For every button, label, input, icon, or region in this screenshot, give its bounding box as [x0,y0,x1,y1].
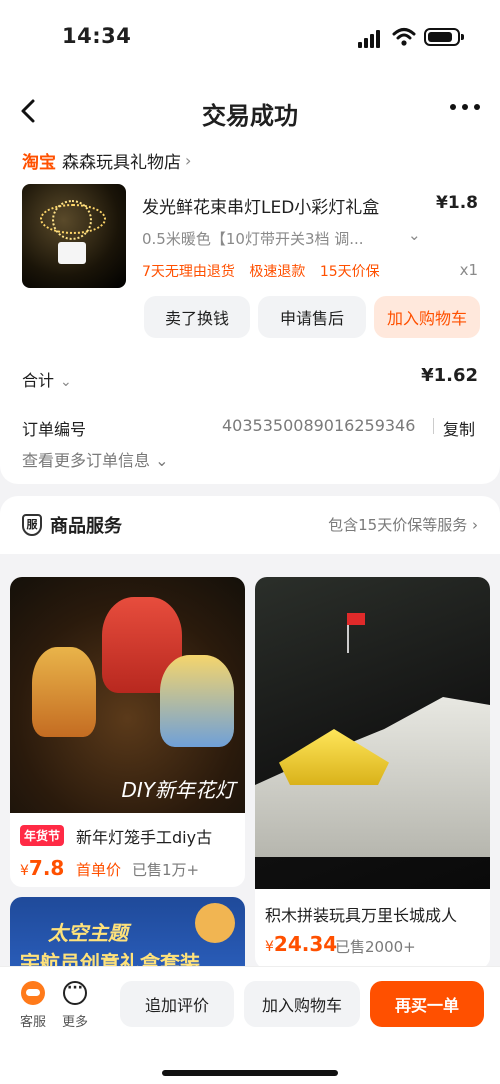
bottom-action-bar: 客服 更多 追加评价 加入购物车 再买一单 [0,966,500,1084]
order-card: 交易成功 淘宝 森森玩具礼物店 › 发光鲜花束串灯LED小彩灯礼盒 ¥1.8 0… [0,76,500,484]
battery-icon [424,28,464,46]
card-title: 新年灯笼手工diy古 [76,828,213,847]
more-options-icon[interactable] [450,104,482,114]
signal-icon [358,30,384,48]
great-wall-image [255,577,490,889]
customer-service-button[interactable]: 客服 [13,981,53,1030]
card-title: 积木拼装玩具万里长城成人 [265,906,458,925]
lantern-image: DIY新年花灯 [10,577,245,813]
shield-icon: 服 [22,514,42,536]
product-price: ¥1.8 [436,193,478,213]
add-review-button[interactable]: 追加评价 [120,981,234,1027]
taobao-logo: 淘宝 [22,152,56,173]
shop-link[interactable]: 淘宝 森森玩具礼物店 › [22,148,192,173]
product-quantity: x1 [459,261,478,279]
more-order-info-link[interactable]: 查看更多订单信息 ⌄ [22,447,169,471]
total-label[interactable]: 合计 ⌄ [22,367,72,391]
status-time: 14:34 [62,24,132,48]
tag-price-protect: 15天价保 [319,264,380,280]
card-price: ¥7.8 [20,856,65,880]
product-spec[interactable]: 0.5米暖色【10灯带开关3档 调... [142,228,364,249]
sold-count: 已售2000+ [335,938,416,956]
add-to-cart-button[interactable]: 加入购物车 [374,296,480,338]
add-to-cart-bottom-button[interactable]: 加入购物车 [244,981,360,1027]
sold-count: 已售1万+ [132,861,200,879]
chevron-down-icon[interactable]: ⌄ [408,226,421,244]
wifi-icon [392,28,416,46]
copy-button[interactable]: 复制 [443,416,475,440]
status-bar: 14:34 [0,0,500,76]
order-number: 4035350089016259346 [222,416,416,435]
tag-refund: 极速退款 [249,264,306,280]
page-title: 交易成功 [202,102,298,130]
more-button[interactable]: 更多 [55,980,95,1030]
first-order-label: 首单价 [76,861,122,879]
service-row[interactable]: 服 商品服务 包含15天价保等服务 › [0,496,500,554]
total-amount: ¥1.62 [421,365,478,386]
product-tags: 7天无理由退货 极速退款 15天价保 [142,261,390,281]
shop-name: 森森玩具礼物店 [62,152,181,173]
order-number-label: 订单编号 [22,420,87,439]
tag-return: 7天无理由退货 [142,264,235,280]
recommend-card-great-wall[interactable]: 积木拼装玩具万里长城成人 ¥24.34 已售2000+ [255,577,490,969]
chevron-down-icon: ⌄ [60,374,72,390]
recommend-card-lantern[interactable]: DIY新年花灯 年货节 新年灯笼手工diy古 ¥7.8 首单价 已售1万+ [10,577,245,887]
after-sales-button[interactable]: 申请售后 [258,296,366,338]
product-thumbnail[interactable] [22,184,126,288]
divider [433,418,434,434]
service-info: 包含15天价保等服务 › [328,516,478,534]
product-title[interactable]: 发光鲜花束串灯LED小彩灯礼盒 [142,193,379,218]
buy-again-button[interactable]: 再买一单 [370,981,484,1027]
card-price: ¥24.34 [265,932,338,956]
nav-bar: 交易成功 [0,76,500,146]
chevron-down-icon: ⌄ [155,451,169,470]
service-title: 商品服务 [50,516,122,537]
home-indicator [162,1070,338,1076]
more-icon [63,980,87,1005]
festival-badge: 年货节 [20,825,65,846]
sell-button[interactable]: 卖了换钱 [144,296,250,338]
customer-service-icon [21,981,45,1005]
chevron-right-icon: › [185,150,192,170]
